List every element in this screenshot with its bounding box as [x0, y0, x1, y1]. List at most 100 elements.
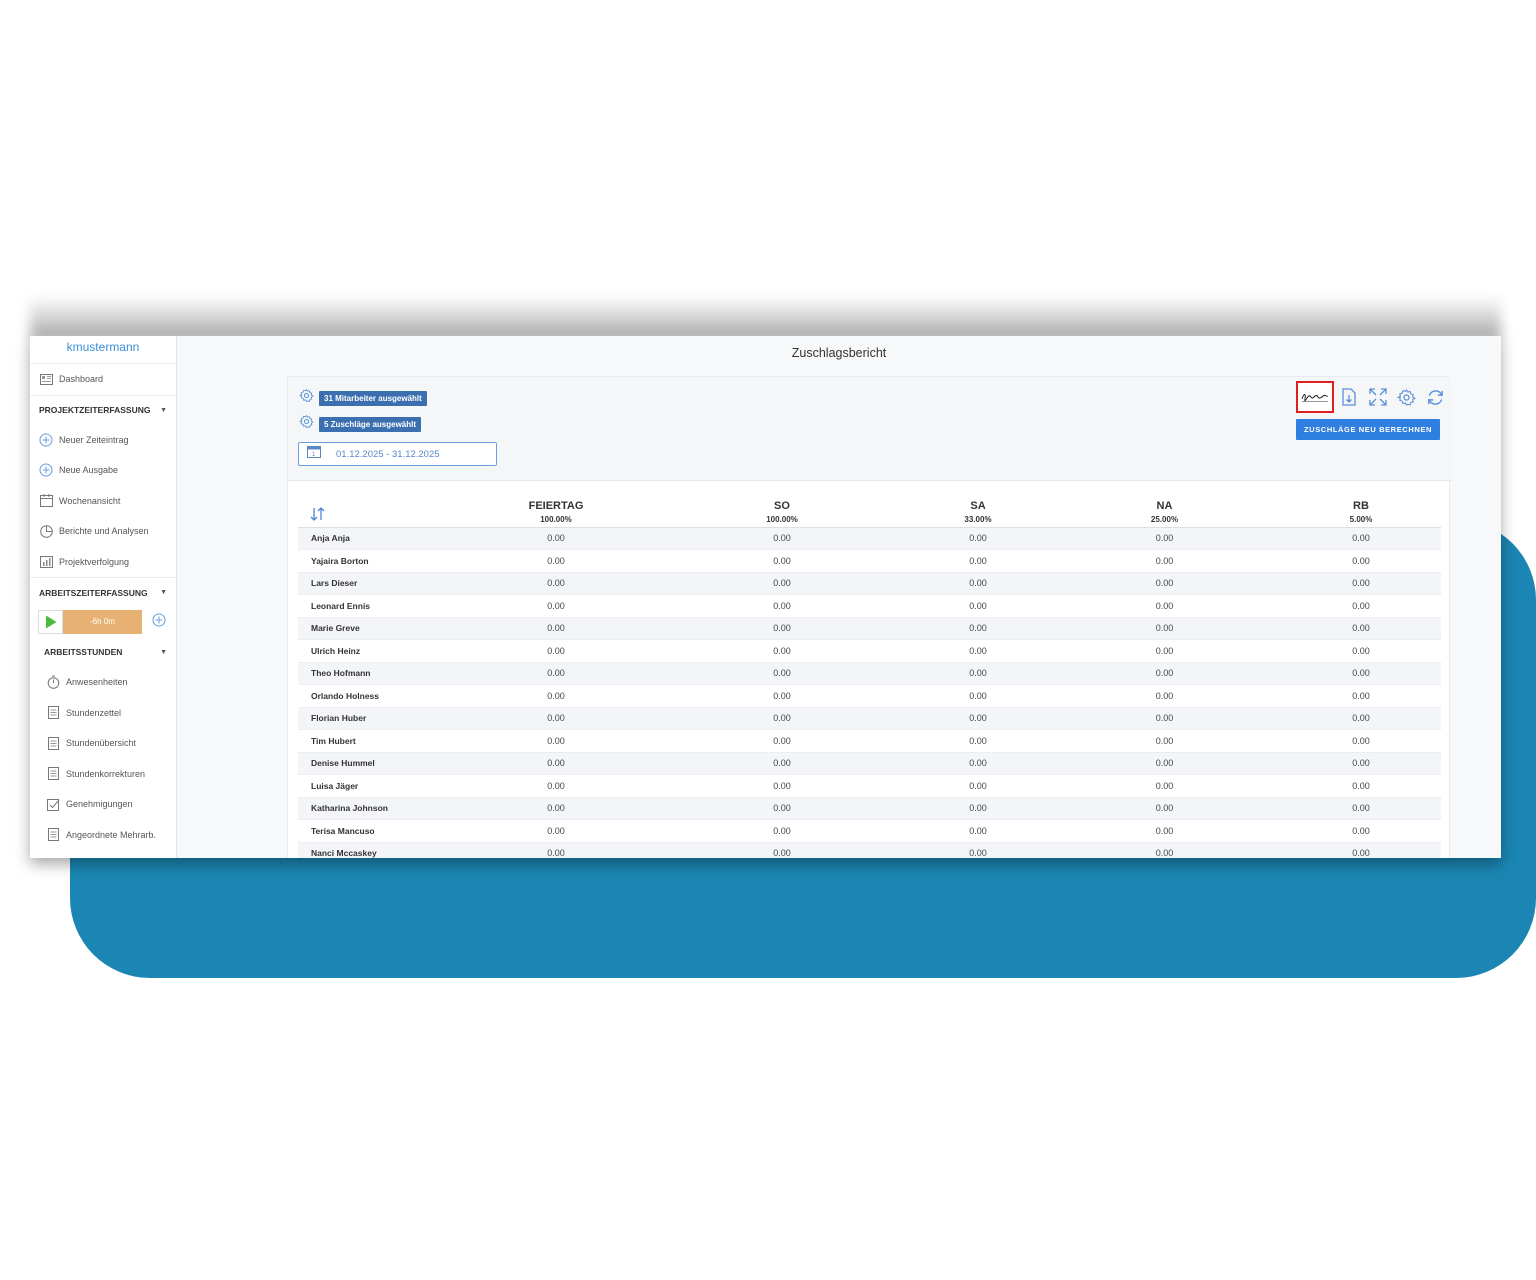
sidebar-item-projektverfolgung[interactable]: Projektverfolgung	[30, 547, 176, 578]
cell-value: 0.00	[1048, 774, 1281, 798]
table-row[interactable]: Katharina Johnson 0.00 0.00 0.00 0.00 0.00	[298, 797, 1441, 820]
employee-filter[interactable]: 31 Mitarbeiter ausgewählt	[298, 388, 427, 408]
cell-value: 0.00	[908, 774, 1048, 798]
cell-value: 0.00	[1281, 842, 1441, 858]
employee-name: Leonard Ennis	[298, 594, 456, 618]
sidebar-item-berichte[interactable]: Berichte und Analysen	[30, 516, 176, 547]
add-time-icon[interactable]	[152, 613, 166, 632]
cell-value: 0.00	[1281, 774, 1441, 798]
table-row[interactable]: Anja Anja 0.00 0.00 0.00 0.00 0.00	[298, 527, 1441, 550]
cell-value: 0.00	[456, 729, 656, 753]
cell-value: 0.00	[656, 752, 908, 775]
section-arbeitszeiterfassung[interactable]: ARBEITSZEITERFASSUNG ▼	[30, 577, 176, 607]
cell-value: 0.00	[456, 594, 656, 618]
table-row[interactable]: Yajaira Borton 0.00 0.00 0.00 0.00 0.00	[298, 549, 1441, 573]
export-document-icon[interactable]	[1334, 384, 1363, 410]
employee-name: Nanci Mccaskey	[298, 842, 456, 858]
signature-button[interactable]	[1296, 381, 1334, 413]
table-row[interactable]: Orlando Holness 0.00 0.00 0.00 0.00 0.00	[298, 684, 1441, 708]
settings-gear-icon[interactable]	[1392, 384, 1421, 410]
cell-value: 0.00	[656, 527, 908, 550]
table-row[interactable]: Florian Huber 0.00 0.00 0.00 0.00 0.00	[298, 707, 1441, 730]
cell-value: 0.00	[1281, 527, 1441, 550]
cell-value: 0.00	[656, 729, 908, 753]
sidebar-item-neue-ausgabe[interactable]: Neue Ausgabe	[30, 455, 176, 486]
cell-value: 0.00	[1281, 549, 1441, 573]
cell-value: 0.00	[1048, 549, 1281, 573]
sidebar-item-genehmigungen[interactable]: Genehmigungen	[30, 789, 176, 820]
cell-value: 0.00	[656, 684, 908, 708]
document-icon	[46, 736, 60, 750]
cell-value: 0.00	[1048, 684, 1281, 708]
employees-selected-chip[interactable]: 31 Mitarbeiter ausgewählt	[319, 390, 427, 406]
sidebar-item-dashboard[interactable]: Dashboard	[30, 364, 176, 395]
sidebar-item-neuer-zeiteintrag[interactable]: Neuer Zeiteintrag	[30, 425, 176, 456]
section-arbeitsstunden[interactable]: ARBEITSSTUNDEN ▼	[30, 637, 176, 667]
table-row[interactable]: Marie Greve 0.00 0.00 0.00 0.00 0.00	[298, 617, 1441, 640]
table-row[interactable]: Leonard Ennis 0.00 0.00 0.00 0.00 0.00	[298, 594, 1441, 618]
gear-icon[interactable]	[298, 388, 314, 408]
sidebar-item-angeordnete-mehrarbeit[interactable]: Angeordnete Mehrarb.	[30, 820, 176, 851]
surcharges-selected-chip[interactable]: 5 Zuschläge ausgewählt	[319, 416, 422, 432]
sidebar-item-stundenzettel[interactable]: Stundenzettel	[30, 698, 176, 729]
sidebar-item-wochenansicht[interactable]: Wochenansicht	[30, 486, 176, 517]
sidebar-item-stundenuebersicht[interactable]: Stundenübersicht	[30, 728, 176, 759]
column-header-sa[interactable]: SA 33.00%	[908, 493, 1048, 528]
refresh-icon[interactable]	[1421, 384, 1450, 410]
report-card: 31 Mitarbeiter ausgewählt 5 Zuschläge au…	[287, 376, 1451, 858]
surcharge-filter[interactable]: 5 Zuschläge ausgewählt	[298, 414, 422, 434]
report-filter-panel: 31 Mitarbeiter ausgewählt 5 Zuschläge au…	[288, 377, 1451, 481]
sort-icon[interactable]	[310, 506, 326, 521]
sidebar-item-label: Stundenzettel	[66, 707, 122, 718]
column-header-na[interactable]: NA 25.00%	[1048, 493, 1281, 528]
table-row[interactable]: Luisa Jäger 0.00 0.00 0.00 0.00 0.00	[298, 774, 1441, 798]
cell-value: 0.00	[908, 797, 1048, 820]
gear-icon[interactable]	[298, 414, 314, 434]
sidebar-item-label: Genehmigungen	[66, 799, 133, 810]
fullscreen-icon[interactable]	[1363, 384, 1392, 410]
column-percent: 100.00%	[540, 514, 572, 524]
cell-value: 0.00	[1048, 594, 1281, 618]
employee-name: Lars Dieser	[298, 572, 456, 595]
column-header-feiertag[interactable]: FEIERTAG 100.00%	[456, 493, 656, 528]
section-projektzeiterfassung[interactable]: PROJEKTZEITERFASSUNG ▼	[30, 394, 176, 425]
cell-value: 0.00	[456, 527, 656, 550]
recalculate-surcharges-button[interactable]: ZUSCHLÄGE NEU BERECHNEN	[1296, 419, 1440, 440]
table-row[interactable]: Nanci Mccaskey 0.00 0.00 0.00 0.00 0.00	[298, 842, 1441, 858]
cell-value: 0.00	[1281, 662, 1441, 685]
checkbox-icon	[46, 797, 60, 811]
table-row[interactable]: Denise Hummel 0.00 0.00 0.00 0.00 0.00	[298, 752, 1441, 775]
cell-value: 0.00	[656, 572, 908, 595]
employee-name: Theo Hofmann	[298, 662, 456, 685]
plus-circle-icon	[39, 433, 53, 447]
caret-down-icon: ▼	[160, 406, 167, 414]
cell-value: 0.00	[456, 707, 656, 730]
date-range-input[interactable]: 1 01.12.2025 - 31.12.2025	[298, 442, 497, 466]
play-button[interactable]	[38, 610, 63, 634]
table-row[interactable]: Lars Dieser 0.00 0.00 0.00 0.00 0.00	[298, 572, 1441, 595]
sidebar-item-anwesenheiten[interactable]: Anwesenheiten	[30, 667, 176, 698]
employee-name: Orlando Holness	[298, 684, 456, 708]
sort-header[interactable]	[298, 493, 456, 528]
cell-value: 0.00	[1048, 707, 1281, 730]
table-row[interactable]: Tim Hubert 0.00 0.00 0.00 0.00 0.00	[298, 729, 1441, 753]
employee-name: Luisa Jäger	[298, 774, 456, 798]
play-icon	[45, 615, 56, 629]
cell-value: 0.00	[656, 639, 908, 663]
cell-value: 0.00	[1281, 594, 1441, 618]
section-label: ARBEITSSTUNDEN	[44, 647, 123, 657]
table-row[interactable]: Terisa Mancuso 0.00 0.00 0.00 0.00 0.00	[298, 819, 1441, 843]
stopwatch-icon	[46, 675, 60, 690]
pie-chart-icon	[39, 524, 53, 538]
column-percent: 5.00%	[1349, 514, 1373, 524]
cell-value: 0.00	[456, 639, 656, 663]
table-row[interactable]: Ulrich Heinz 0.00 0.00 0.00 0.00 0.00	[298, 639, 1441, 663]
username[interactable]: kmustermann	[30, 336, 176, 364]
column-header-rb[interactable]: RB 5.00%	[1281, 493, 1441, 528]
table-row[interactable]: Theo Hofmann 0.00 0.00 0.00 0.00 0.00	[298, 662, 1441, 685]
sidebar-item-stundenkorrekturen[interactable]: Stundenkorrekturen	[30, 759, 176, 790]
cell-value: 0.00	[456, 617, 656, 640]
timer-row: -6h 0m	[30, 607, 176, 637]
column-header-so[interactable]: SO 100.00%	[656, 493, 908, 528]
employee-name: Tim Hubert	[298, 729, 456, 753]
